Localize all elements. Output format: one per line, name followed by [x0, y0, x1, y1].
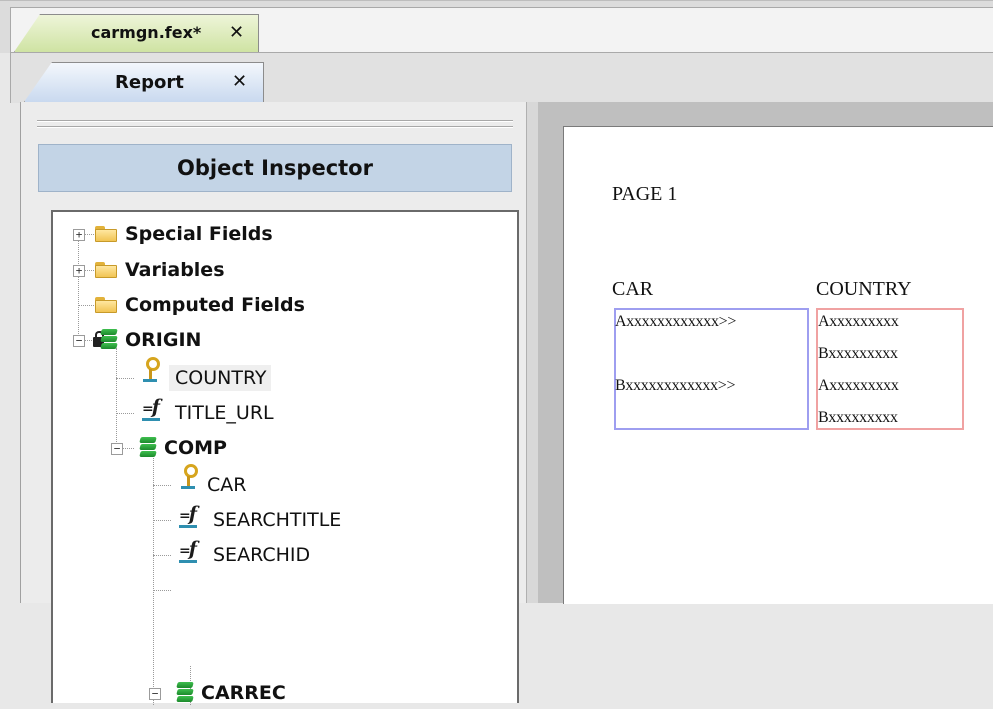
page-label: PAGE 1: [612, 183, 678, 205]
tree-connector: [78, 234, 79, 340]
report-tab-label: Report: [115, 72, 184, 93]
tab-report[interactable]: Report ✕: [24, 62, 264, 102]
report-page[interactable]: PAGE 1 CAR COUNTRY Axxxxxxxxxxxx>> Bxxxx…: [563, 126, 993, 604]
panel-grip-line[interactable]: [37, 120, 513, 122]
document-tab-close-icon[interactable]: ✕: [229, 22, 244, 43]
tree-item-origin[interactable]: ORIGIN: [125, 325, 201, 355]
key-field-icon: [143, 357, 160, 382]
tree-item-computed-fields[interactable]: Computed Fields: [125, 290, 305, 320]
folder-icon: [95, 226, 117, 242]
tree-item-label: COUNTRY: [169, 365, 271, 391]
object-tree[interactable]: + Special Fields + Variables Computed Fi…: [51, 210, 519, 705]
tree-item-label: CAR: [207, 474, 247, 496]
document-tab-carmgn[interactable]: carmgn.fex* ✕: [14, 14, 259, 52]
collapse-toggle-icon[interactable]: −: [149, 688, 161, 700]
document-tab-label: carmgn.fex*: [91, 23, 202, 42]
field-function-icon: =f: [179, 504, 197, 528]
segment-icon: [173, 682, 197, 704]
tree-item-label: Computed Fields: [125, 294, 305, 316]
tree-connector: [116, 378, 134, 379]
tree-item-variables[interactable]: Variables: [125, 255, 225, 285]
field-function-icon: =f: [142, 397, 160, 421]
tree-item-label: SEARCHTITLE: [213, 509, 342, 531]
expand-toggle-icon[interactable]: +: [73, 265, 85, 277]
tree-item-label: TITLE_URL: [175, 402, 274, 424]
tree-connector: [153, 520, 171, 521]
tree-item-special-fields[interactable]: Special Fields: [125, 219, 273, 249]
object-inspector-panel: Object Inspector + Special Fields + Vari…: [20, 102, 527, 705]
tree-connector: [153, 485, 171, 486]
expand-toggle-icon[interactable]: +: [73, 229, 85, 241]
locked-segment-icon: [93, 329, 121, 351]
car-column-header[interactable]: CAR: [612, 278, 653, 301]
tree-item-carrec[interactable]: CARREC: [201, 678, 286, 708]
collapse-toggle-icon[interactable]: −: [111, 443, 123, 455]
collapse-toggle-icon[interactable]: −: [73, 335, 85, 347]
tree-connector: [153, 590, 171, 591]
tree-item-label: COMP: [164, 437, 227, 459]
folder-icon: [95, 262, 117, 278]
tree-item-car[interactable]: CAR: [207, 470, 246, 500]
report-tab-close-icon[interactable]: ✕: [232, 71, 247, 92]
car-value: Bxxxxxxxxxxxx>>: [615, 377, 736, 394]
key-field-icon: [181, 464, 198, 489]
tree-item-label: CARREC: [201, 682, 286, 704]
tree-item-label: SEARCHID: [213, 544, 311, 566]
object-inspector-title: Object Inspector: [38, 144, 512, 192]
tree-item-country[interactable]: COUNTRY: [169, 363, 271, 393]
panel-grip-line[interactable]: [37, 126, 513, 128]
tree-connector: [78, 305, 94, 306]
tree-connector: [116, 413, 134, 414]
car-value: Axxxxxxxxxxxx>>: [615, 313, 737, 330]
country-value: Axxxxxxxxx: [818, 313, 899, 330]
tree-item-label: ORIGIN: [125, 329, 202, 351]
tree-connector: [153, 458, 154, 705]
country-value: Bxxxxxxxxx: [818, 345, 898, 362]
field-function-icon: =f: [179, 539, 197, 563]
country-column-header[interactable]: COUNTRY: [816, 278, 912, 301]
country-value: Axxxxxxxxx: [818, 377, 899, 394]
tree-connector: [116, 348, 117, 448]
tree-connector: [153, 555, 171, 556]
folder-icon: [95, 297, 117, 313]
tree-item-label: Variables: [125, 259, 225, 281]
tree-item-searchtitle[interactable]: SEARCHTITLE: [213, 505, 341, 535]
tree-item-searchid[interactable]: SEARCHID: [213, 540, 310, 570]
tree-item-comp[interactable]: COMP: [164, 433, 227, 463]
segment-icon: [136, 437, 160, 459]
country-value: Bxxxxxxxxx: [818, 409, 898, 426]
tree-item-label: Special Fields: [125, 223, 273, 245]
tree-item-title-url[interactable]: TITLE_URL: [175, 398, 274, 428]
